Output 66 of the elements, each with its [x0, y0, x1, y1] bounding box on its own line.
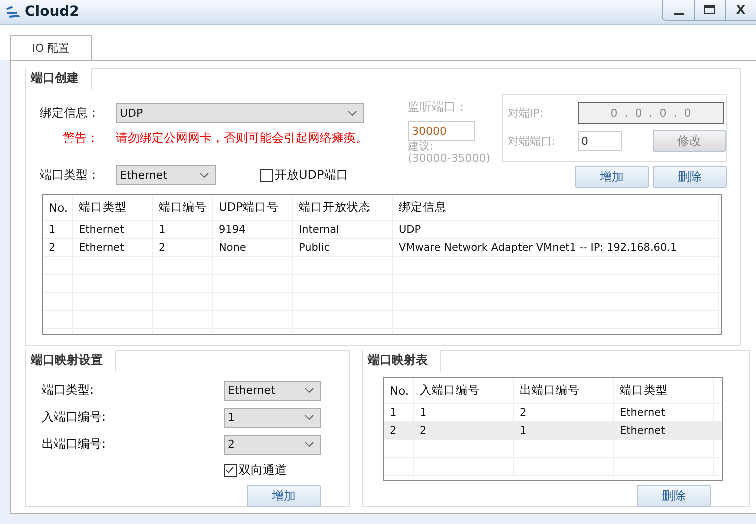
group-title: 端口映射设置 — [26, 350, 116, 372]
warning-label: 警告： — [63, 130, 100, 146]
column-header[interactable]: 入端口编号 — [414, 378, 514, 403]
table-cell: Ethernet — [73, 239, 153, 256]
column-header[interactable]: 端口编号 — [153, 195, 213, 220]
field-label: 入端口编号: — [42, 409, 108, 426]
table-cell: 2 — [514, 404, 614, 421]
field-label: 端口类型： — [40, 166, 101, 184]
hint-text: 建议: — [408, 141, 435, 153]
dropdown[interactable]: 2 — [224, 434, 321, 454]
window-title: Cloud2 — [25, 4, 80, 20]
field-label: 出端口编号: — [42, 436, 108, 453]
table-cell: 2 — [384, 422, 414, 439]
field-label: 监听端口： — [408, 99, 469, 116]
column-header[interactable]: 绑定信息 — [393, 195, 719, 220]
field-label: 对端IP: — [508, 106, 545, 120]
table-cell: 1 — [384, 404, 414, 421]
table-cell: UDP — [393, 221, 719, 238]
column-header[interactable]: No. — [43, 195, 73, 220]
add-button[interactable]: 增加 — [575, 166, 649, 188]
table-cell: Public — [293, 239, 393, 256]
dropdown[interactable]: 1 — [224, 408, 321, 428]
delete-button[interactable]: 删除 — [653, 166, 727, 188]
chevron-icon — [348, 110, 357, 116]
table-cell: Internal — [293, 221, 393, 238]
bidirectional-checkbox[interactable]: 双向通道 — [224, 462, 287, 478]
table-cell: 9194 — [213, 221, 293, 238]
table-cell: Ethernet — [614, 422, 714, 439]
table-cell: 2 — [43, 239, 73, 256]
group-title: 端口创建 — [26, 68, 92, 90]
port-type-dropdown[interactable]: Ethernet — [116, 165, 216, 185]
column-header[interactable]: No. — [384, 378, 414, 403]
field-label: 绑定信息： — [40, 104, 101, 122]
binding-dropdown[interactable]: UDP — [116, 103, 364, 123]
table-cell: 1 — [414, 404, 514, 421]
field-label: 端口类型: — [42, 382, 96, 399]
chevron-icon — [305, 415, 314, 420]
table-cell: 2 — [153, 239, 213, 256]
close-button[interactable]: X — [725, 0, 756, 20]
column-header[interactable]: 出端口编号 — [514, 378, 614, 403]
dropdown[interactable]: Ethernet — [224, 380, 321, 400]
table-cell: None — [213, 239, 293, 256]
maximize-icon — [704, 5, 716, 15]
group-title: 端口映射表 — [363, 350, 441, 372]
delete-button[interactable]: 删除 — [637, 485, 711, 507]
add-button[interactable]: 增加 — [247, 485, 321, 507]
table-cell: 2 — [414, 422, 514, 439]
column-header[interactable]: 端口类型 — [73, 195, 153, 220]
warning-text: 请勿绑定公网网卡，否则可能会引起网络瘫痪。 — [116, 130, 368, 146]
column-header[interactable]: 端口类型 — [614, 378, 714, 403]
open-udp-checkbox[interactable]: 开放UDP端口 — [260, 166, 348, 184]
table-cell: 1 — [43, 221, 73, 238]
table-cell: 1 — [153, 221, 213, 238]
column-header[interactable]: 端口开放状态 — [293, 195, 393, 220]
column-header[interactable]: UDP端口号 — [213, 195, 293, 220]
field-label: 对端端口: — [508, 134, 557, 148]
table-cell: VMware Network Adapter VMnet1 -- IP: 192.168.60.1 — [393, 239, 719, 256]
chevron-icon — [200, 172, 209, 178]
tab[interactable]: IO 配置 — [10, 35, 92, 60]
table-cell: 1 — [514, 422, 614, 439]
chevron-icon — [305, 442, 314, 447]
table-cell: Ethernet — [614, 404, 714, 421]
table-cell: Ethernet — [73, 221, 153, 238]
chevron-icon — [305, 388, 314, 393]
minimize-icon — [674, 13, 684, 15]
hint-text: (30000-35000) — [408, 153, 492, 165]
